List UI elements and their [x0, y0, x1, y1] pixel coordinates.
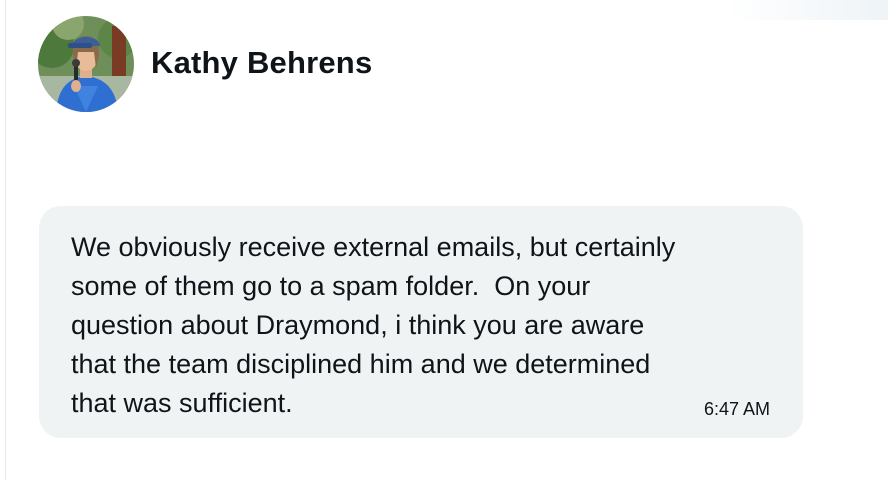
background-accent	[728, 0, 888, 20]
profile-photo-icon	[38, 16, 134, 112]
panel-divider	[5, 0, 6, 480]
message-bubble[interactable]: We obviously receive external emails, bu…	[39, 206, 803, 438]
avatar[interactable]	[38, 16, 134, 112]
message-text: We obviously receive external emails, bu…	[71, 232, 676, 418]
conversation-header: Kathy Behrens	[38, 16, 372, 112]
message-timestamp: 6:47 AM	[703, 399, 770, 419]
sender-name[interactable]: Kathy Behrens	[151, 45, 372, 81]
dm-conversation-view: Kathy Behrens We obviously receive exter…	[0, 0, 888, 480]
